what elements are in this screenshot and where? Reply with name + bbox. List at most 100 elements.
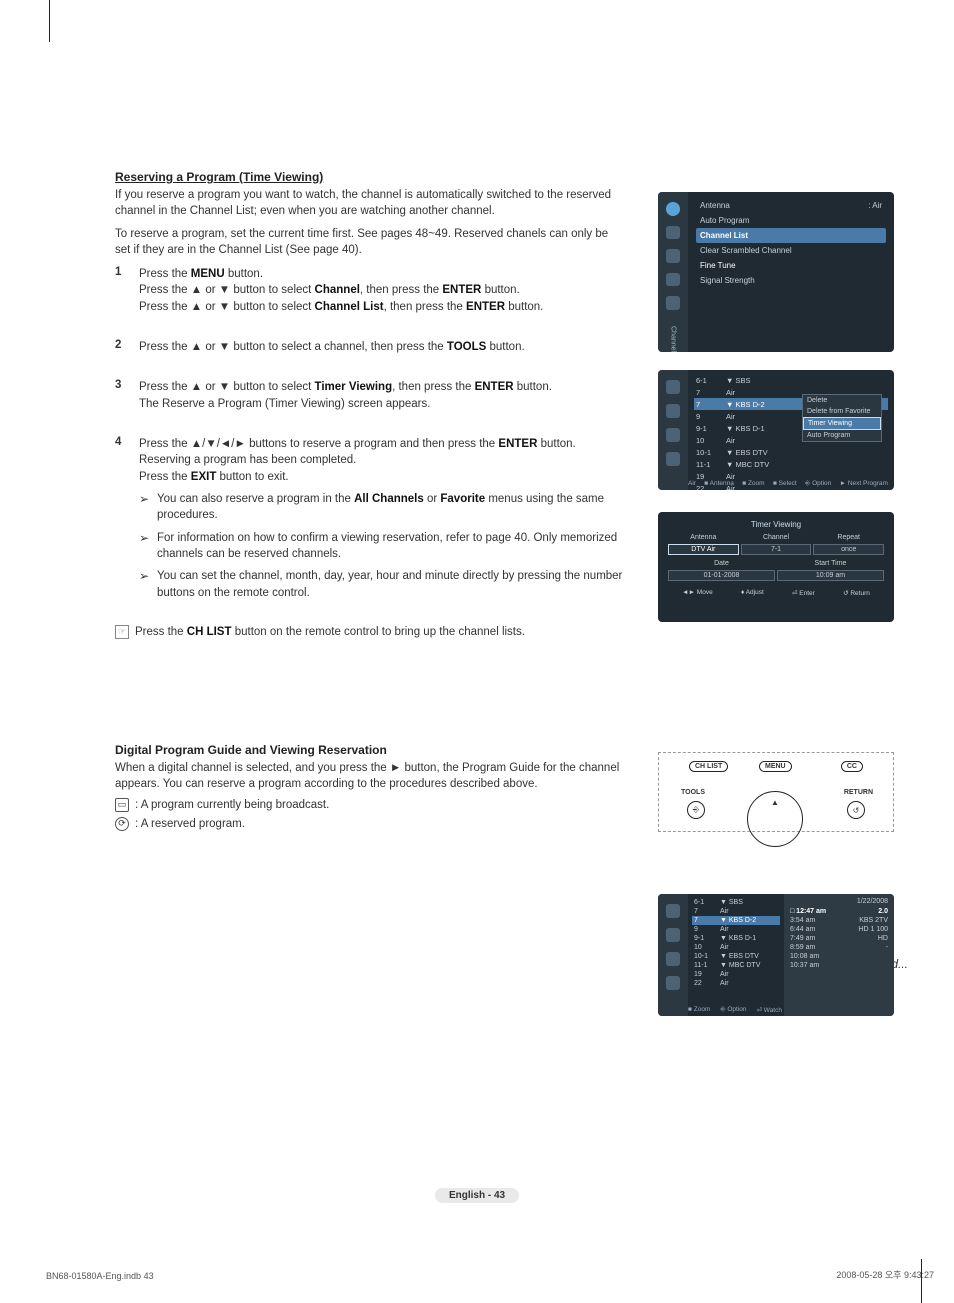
hand-note-text: Press the CH LIST button on the remote c… (135, 626, 525, 638)
footer-hint: ■ Select (773, 480, 797, 488)
menu-item[interactable]: Fine Tune (696, 258, 886, 273)
channel-row[interactable]: 6-1▼ SBS (692, 898, 780, 907)
channel-row[interactable]: 10-1▼ EBS DTV (692, 952, 780, 961)
sub-bullet-icon: ➢ (139, 491, 157, 524)
footer-hint: ♦ Adjust (741, 589, 764, 597)
return-button[interactable]: ↺ (847, 801, 865, 819)
menu-button[interactable]: MENU (759, 761, 792, 772)
legend-text: : A program currently being broadcast. (135, 799, 329, 811)
guide-row[interactable]: 10:08 am (790, 952, 888, 961)
field[interactable]: once (813, 544, 884, 555)
channel-row[interactable]: 7▼ KBS D-2 (692, 916, 780, 925)
all-icon (666, 380, 680, 394)
footer-hint: Air (688, 480, 696, 488)
channel-row[interactable]: 6-1▼ SBS (694, 374, 888, 386)
setup-icon (666, 273, 680, 287)
footer-right: 2008-05-28 오후 9:43:27 (836, 1268, 934, 1281)
sidebar-label: Channel (670, 326, 677, 352)
tools-button[interactable]: ⎆ (687, 801, 705, 819)
menu-item[interactable]: Auto Program (696, 213, 886, 228)
added-icon (666, 404, 680, 418)
field[interactable]: 01-01-2008 (668, 570, 775, 581)
channel-row[interactable]: 22Air (692, 979, 780, 988)
guide-row[interactable]: □ 12:47 am2.0 (790, 907, 888, 916)
field: Start Time (777, 559, 884, 568)
channel-list: 6-1▼ SBS7Air7▼ KBS D-29Air9-1▼ KBS D-110… (688, 894, 784, 1016)
dpad[interactable]: ▲ (747, 791, 803, 847)
step-body: Press the ▲/▼/◄/► buttons to reserve a p… (139, 436, 625, 601)
menu-item[interactable]: Channel List (696, 228, 886, 243)
timer-title: Timer Viewing (668, 520, 884, 529)
legend-text: : A reserved program. (135, 818, 245, 830)
intro-para-2: To reserve a program, set the current ti… (115, 227, 625, 258)
channel-row[interactable]: 7Air (692, 907, 780, 916)
guide-row[interactable]: 10:37 am (790, 961, 888, 970)
sub-bullet-icon: ➢ (139, 568, 157, 601)
field[interactable]: 10:09 am (777, 570, 884, 581)
hand-note-row: ☞ Press the CH LIST button on the remote… (115, 625, 625, 639)
page-number: English - 43 (435, 1188, 519, 1203)
crop-mark (30, 0, 50, 42)
osd-timer-viewing: Timer Viewing AntennaChannelRepeat DTV A… (658, 512, 894, 622)
channel-row[interactable]: 9-1▼ KBS D-1 (692, 934, 780, 943)
cc-button[interactable]: CC (841, 761, 863, 772)
step-number: 1 (115, 266, 139, 315)
footer-hint: ⏎ Enter (792, 589, 815, 597)
picture-icon (666, 202, 680, 216)
sub-text: For information on how to confirm a view… (157, 530, 625, 563)
footer-hint: ■ Antenna (704, 480, 734, 488)
guide-date: 1/22/2008 (790, 898, 888, 907)
guide-row[interactable]: 3:54 amKBS 2TV (790, 916, 888, 925)
channel-row[interactable]: 11-1▼ MBC DTV (692, 961, 780, 970)
step-number: 2 (115, 339, 139, 355)
channel-row[interactable]: 11-1▼ MBC DTV (694, 458, 888, 470)
steps-list: 1Press the MENU button.Press the ▲ or ▼ … (115, 266, 625, 601)
step-body: Press the ▲ or ▼ button to select a chan… (139, 339, 625, 355)
guide-row[interactable]: 6:44 amHD 1 100 (790, 925, 888, 934)
step-body: Press the ▲ or ▼ button to select Timer … (139, 379, 625, 412)
field: Channel (741, 533, 812, 542)
menu-item[interactable]: Antenna: Air (696, 198, 886, 213)
footer-left: BN68-01580A-Eng.indb 43 (46, 1271, 154, 1281)
popup-item[interactable]: Timer Viewing (803, 417, 881, 430)
guide-row[interactable]: 7:49 amHD (790, 934, 888, 943)
popup-item[interactable]: Auto Program (803, 430, 881, 441)
osd-footer: ◄► Move ♦ Adjust ⏎ Enter ↺ Return (668, 589, 884, 597)
legend-broadcast: ▭ : A program currently being broadcast. (115, 798, 637, 812)
osd-main: Antenna: AirAuto ProgramChannel ListClea… (688, 192, 894, 352)
tv-icon: ▭ (115, 798, 129, 812)
prog-icon (666, 452, 680, 466)
footer-hint: ↺ Return (843, 589, 870, 597)
guide-panel: 1/22/2008 □ 12:47 am2.03:54 amKBS 2TV6:4… (784, 894, 894, 1016)
channel-row[interactable]: 10-1▼ EBS DTV (694, 446, 888, 458)
osd-sidebar (658, 370, 688, 490)
footer-hint: ■ Zoom (742, 480, 764, 488)
osd-channel-menu: Channel Antenna: AirAuto ProgramChannel … (658, 192, 894, 352)
channel-row[interactable]: 9Air (692, 925, 780, 934)
footer-hint: ◄► Move (682, 589, 713, 597)
menu-item[interactable]: Clear Scrambled Channel (696, 243, 886, 258)
field[interactable]: DTV Air (668, 544, 739, 555)
section2-body: When a digital channel is selected, and … (115, 761, 637, 793)
chlist-button[interactable]: CH LIST (689, 761, 728, 772)
guide-row[interactable]: 8:59 am- (790, 943, 888, 952)
popup-item[interactable]: Delete from Favorite (803, 406, 881, 417)
field[interactable]: 7-1 (741, 544, 812, 555)
channel-row[interactable]: 19Air (692, 970, 780, 979)
osd-channel-list: 6-1▼ SBS7Air7▼ KBS D-29Air9-1▼ KBS D-110… (658, 370, 894, 490)
added-icon (666, 928, 680, 942)
osd-program-guide: 6-1▼ SBS7Air7▼ KBS D-29Air9-1▼ KBS D-110… (658, 894, 894, 1016)
popup-item[interactable]: Delete (803, 395, 881, 406)
field: Antenna (668, 533, 739, 542)
osd-footer: Air■ Antenna■ Zoom■ Select⎆ Option► Next… (688, 480, 888, 488)
footer-hint: ■ Zoom (688, 1006, 710, 1014)
clock-icon: ⟳ (115, 817, 129, 831)
menu-item[interactable]: Signal Strength (696, 273, 886, 288)
hand-icon: ☞ (115, 625, 129, 639)
channel-row[interactable]: 10Air (692, 943, 780, 952)
tools-popup: DeleteDelete from FavoriteTimer ViewingA… (802, 394, 882, 442)
step-body: Press the MENU button.Press the ▲ or ▼ b… (139, 266, 625, 315)
sub-bullet-icon: ➢ (139, 530, 157, 563)
fav-icon (666, 428, 680, 442)
fav-icon (666, 952, 680, 966)
